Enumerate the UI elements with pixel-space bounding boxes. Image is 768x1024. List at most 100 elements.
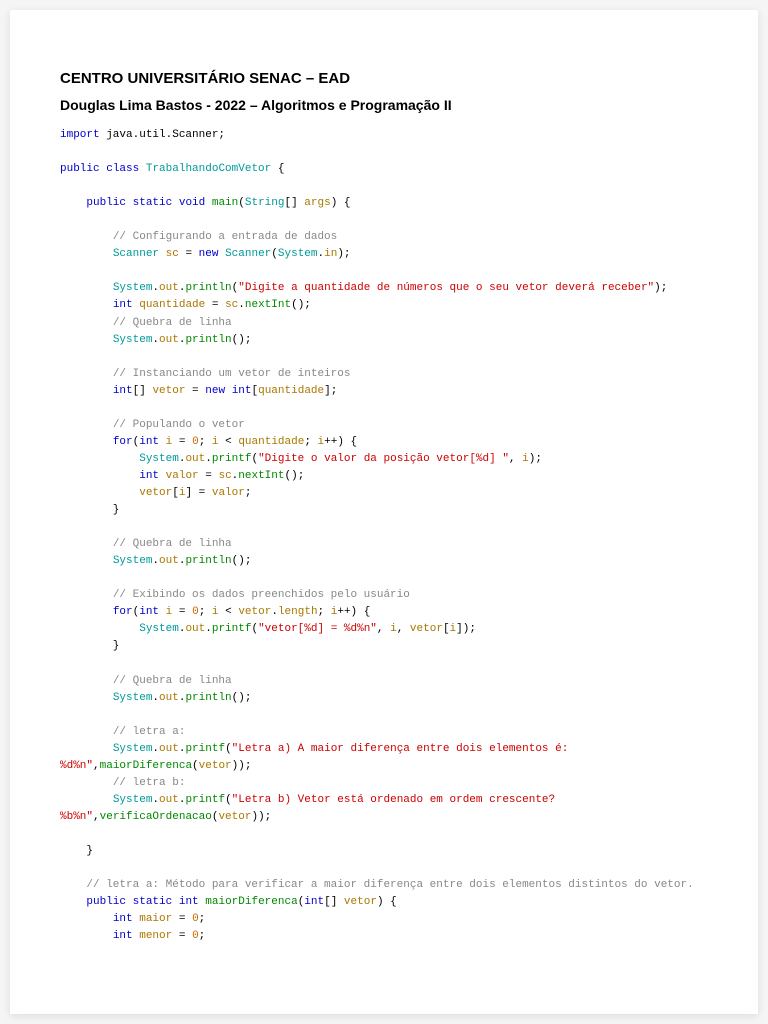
method-verificaordenacao: verificaOrdenacao [100, 811, 212, 823]
keyword-for: for [113, 436, 133, 448]
var-vetor: vetor [410, 623, 443, 635]
keyword-int: int [113, 930, 133, 942]
keyword-public: public [86, 197, 126, 209]
var-i: i [212, 606, 219, 618]
method-printf: printf [212, 623, 252, 635]
keyword-int: int [113, 913, 133, 925]
method-printf: printf [212, 453, 252, 465]
var-i: i [450, 623, 457, 635]
comment: // Quebra de linha [113, 317, 232, 329]
var-i: i [179, 487, 186, 499]
var-i: i [318, 436, 325, 448]
field-out: out [159, 794, 179, 806]
type-system: System [113, 282, 153, 294]
type-scanner: Scanner [225, 248, 271, 260]
method-println: println [185, 282, 231, 294]
comment: // Exibindo os dados preenchidos pelo us… [113, 589, 410, 601]
keyword-new: new [199, 248, 219, 260]
keyword-int: int [113, 385, 133, 397]
var-sc: sc [225, 299, 238, 311]
field-length: length [278, 606, 318, 618]
keyword-for: for [113, 606, 133, 618]
keyword-int: int [113, 299, 133, 311]
type-system: System [113, 555, 153, 567]
var-vetor: vetor [152, 385, 185, 397]
comment: // Populando o vetor [113, 419, 245, 431]
keyword-static: static [133, 896, 173, 908]
number-zero: 0 [192, 913, 199, 925]
var-i: i [166, 606, 173, 618]
field-out: out [159, 743, 179, 755]
var-sc: sc [218, 470, 231, 482]
string-literal: %d%n" [60, 760, 93, 772]
method-println: println [185, 334, 231, 346]
string-literal: "Letra b) Vetor está ordenado em ordem c… [232, 794, 555, 806]
number-zero: 0 [192, 930, 199, 942]
type-string: String [245, 197, 285, 209]
type-system: System [113, 692, 153, 704]
import-package: java.util.Scanner; [100, 129, 225, 141]
var-i: i [522, 453, 529, 465]
var-args: args [304, 197, 330, 209]
type-scanner: Scanner [113, 248, 159, 260]
number-zero: 0 [192, 436, 199, 448]
type-system: System [113, 334, 153, 346]
comment: // Configurando a entrada de dados [113, 231, 337, 243]
var-valor: valor [212, 487, 245, 499]
keyword-static: static [133, 197, 173, 209]
keyword-public: public [60, 163, 100, 175]
string-literal: "Digite a quantidade de números que o se… [238, 282, 654, 294]
var-valor: valor [166, 470, 199, 482]
type-system: System [278, 248, 318, 260]
field-out: out [159, 282, 179, 294]
var-vetor: vetor [238, 606, 271, 618]
type-system: System [139, 453, 179, 465]
var-i: i [212, 436, 219, 448]
keyword-int: int [179, 896, 199, 908]
document-title: CENTRO UNIVERSITÁRIO SENAC – EAD [60, 70, 708, 87]
type-system: System [113, 743, 153, 755]
comment: // Instanciando um vetor de inteiros [113, 368, 351, 380]
method-nextint: nextInt [245, 299, 291, 311]
keyword-import: import [60, 129, 100, 141]
field-out: out [159, 692, 179, 704]
method-maiordiferenca: maiorDiferenca [205, 896, 297, 908]
var-menor: menor [139, 930, 172, 942]
keyword-int: int [139, 606, 159, 618]
keyword-new: new [205, 385, 225, 397]
keyword-int: int [304, 896, 324, 908]
method-println: println [185, 692, 231, 704]
field-out: out [185, 623, 205, 635]
code-block: import java.util.Scanner; public class T… [60, 127, 708, 945]
method-println: println [185, 555, 231, 567]
comment: // Quebra de linha [113, 538, 232, 550]
field-out: out [159, 334, 179, 346]
var-vetor: vetor [139, 487, 172, 499]
method-printf: printf [185, 794, 225, 806]
keyword-int: int [232, 385, 252, 397]
comment: // Quebra de linha [113, 675, 232, 687]
var-vetor: vetor [218, 811, 251, 823]
keyword-class: class [106, 163, 139, 175]
keyword-int: int [139, 470, 159, 482]
type-system: System [113, 794, 153, 806]
comment: // letra b: [113, 777, 186, 789]
var-sc: sc [166, 248, 179, 260]
type-system: System [139, 623, 179, 635]
comment: // letra a: [113, 726, 186, 738]
method-main: main [212, 197, 238, 209]
string-literal: %b%n" [60, 811, 93, 823]
field-out: out [185, 453, 205, 465]
keyword-public: public [86, 896, 126, 908]
var-quantidade: quantidade [258, 385, 324, 397]
var-vetor: vetor [344, 896, 377, 908]
string-literal: "vetor[%d] = %d%n" [258, 623, 377, 635]
document-subtitle: Douglas Lima Bastos - 2022 – Algoritmos … [60, 97, 708, 113]
var-i: i [331, 606, 338, 618]
string-literal: "Letra a) A maior diferença entre dois e… [232, 743, 569, 755]
field-out: out [159, 555, 179, 567]
method-nextint: nextInt [238, 470, 284, 482]
method-printf: printf [185, 743, 225, 755]
number-zero: 0 [192, 606, 199, 618]
keyword-int: int [139, 436, 159, 448]
